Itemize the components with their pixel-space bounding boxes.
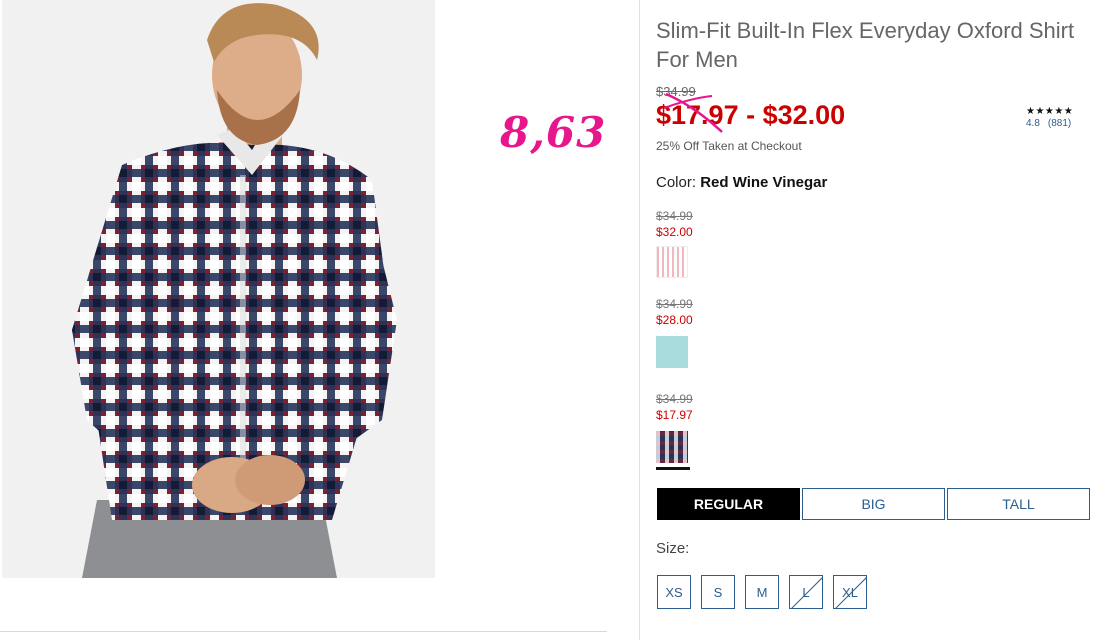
size-selector: XS S M L XL bbox=[657, 575, 877, 609]
swatch-option-pink-stripe[interactable]: $34.99 $32.00 bbox=[656, 208, 693, 278]
color-swatch-pink-stripe[interactable] bbox=[656, 246, 688, 278]
product-image[interactable] bbox=[2, 0, 435, 578]
size-l-button-unavailable[interactable]: L bbox=[789, 575, 823, 609]
swatch-sale-price: $17.97 bbox=[656, 408, 693, 422]
rating-score: 4.8 bbox=[1026, 118, 1040, 129]
selected-color-name: Red Wine Vinegar bbox=[700, 174, 828, 191]
fit-selector: REGULAR BIG TALL bbox=[657, 488, 1092, 520]
size-xs-button[interactable]: XS bbox=[657, 575, 691, 609]
panel-divider bbox=[639, 0, 640, 640]
product-rating[interactable]: ★★★★★ 4.8 (881) bbox=[1026, 106, 1086, 129]
color-label: Color: bbox=[656, 174, 697, 191]
promo-text: 25% Off Taken at Checkout bbox=[656, 139, 802, 153]
selected-swatch-indicator bbox=[656, 467, 690, 470]
swatch-original-price: $34.99 bbox=[656, 297, 693, 311]
size-xl-button-unavailable[interactable]: XL bbox=[833, 575, 867, 609]
unavailable-slash-icon bbox=[835, 577, 866, 608]
size-label-m: M bbox=[756, 584, 768, 600]
fit-big-button[interactable]: BIG bbox=[802, 488, 945, 520]
size-label-s: S bbox=[713, 584, 723, 600]
handwritten-annotation: 8,63 bbox=[500, 108, 607, 157]
unavailable-slash-icon bbox=[791, 577, 822, 608]
product-title: Slim-Fit Built-In Flex Everyday Oxford S… bbox=[656, 18, 1075, 72]
color-swatch-red-navy-plaid[interactable] bbox=[656, 431, 688, 463]
star-rating-icon: ★★★★★ bbox=[1026, 106, 1074, 117]
color-swatch-aqua[interactable] bbox=[656, 336, 688, 368]
review-count-link[interactable]: (881) bbox=[1048, 118, 1071, 129]
swatch-original-price: $34.99 bbox=[656, 209, 693, 223]
swatch-sale-price: $28.00 bbox=[656, 313, 693, 327]
swatch-option-red-navy-plaid[interactable]: $34.99 $17.97 bbox=[656, 391, 693, 470]
fit-tall-button[interactable]: TALL bbox=[947, 488, 1090, 520]
swatch-option-aqua[interactable]: $34.99 $28.00 bbox=[656, 296, 693, 368]
fit-regular-button[interactable]: REGULAR bbox=[657, 488, 800, 520]
product-photo-illustration bbox=[2, 0, 435, 578]
handwritten-strike-mark bbox=[664, 92, 723, 133]
color-selection: Color: Red Wine Vinegar bbox=[656, 174, 827, 191]
left-divider bbox=[0, 631, 607, 632]
swatch-original-price: $34.99 bbox=[656, 392, 693, 406]
size-s-button[interactable]: S bbox=[701, 575, 735, 609]
swatch-sale-price: $32.00 bbox=[656, 225, 693, 239]
size-m-button[interactable]: M bbox=[745, 575, 779, 609]
size-label-xs: XS bbox=[665, 584, 683, 600]
size-label: Size: bbox=[656, 540, 690, 557]
